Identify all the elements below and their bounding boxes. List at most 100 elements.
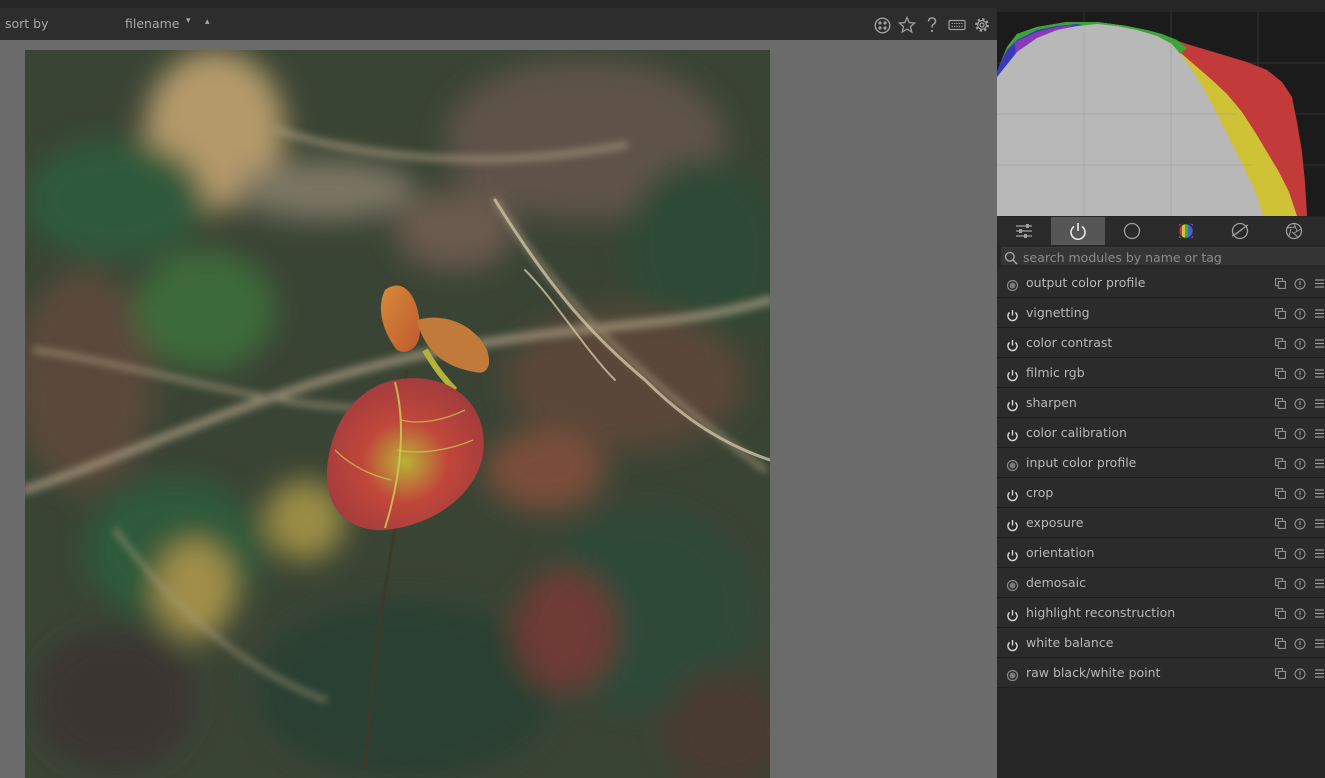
presets-icon[interactable] xyxy=(1312,457,1325,470)
module-row[interactable]: vignetting xyxy=(997,298,1325,328)
reset-icon[interactable] xyxy=(1293,307,1306,320)
module-name: highlight reconstruction xyxy=(1026,605,1176,620)
effect-icon[interactable] xyxy=(1267,217,1321,245)
reset-icon[interactable] xyxy=(1293,397,1306,410)
reset-icon[interactable] xyxy=(1293,637,1306,650)
module-row[interactable]: raw black/white point xyxy=(997,658,1325,688)
module-search-input[interactable] xyxy=(1023,248,1323,266)
reset-icon[interactable] xyxy=(1293,457,1306,470)
power-icon[interactable] xyxy=(1006,637,1019,652)
presets-icon[interactable] xyxy=(1312,667,1325,680)
presets-icon[interactable] xyxy=(1312,337,1325,350)
power-icon[interactable] xyxy=(1006,397,1019,412)
module-row[interactable]: exposure xyxy=(997,508,1325,538)
keyboard-icon[interactable] xyxy=(948,16,966,34)
always-on-icon xyxy=(1006,577,1019,592)
module-row[interactable]: demosaic xyxy=(997,568,1325,598)
power-icon[interactable] xyxy=(1006,547,1019,562)
module-row[interactable]: output color profile xyxy=(997,268,1325,298)
power-icon[interactable] xyxy=(1006,607,1019,622)
reset-icon[interactable] xyxy=(1293,277,1306,290)
presets-icon[interactable] xyxy=(1312,277,1325,290)
topbar-icons xyxy=(873,14,991,36)
reset-icon[interactable] xyxy=(1293,607,1306,620)
sort-field-dropdown[interactable]: filename xyxy=(125,16,180,31)
always-on-icon xyxy=(1006,667,1019,682)
histogram[interactable] xyxy=(997,12,1325,216)
quick-access-icon[interactable] xyxy=(997,217,1051,245)
multi-instance-icon[interactable] xyxy=(1274,517,1287,530)
presets-icon[interactable] xyxy=(1312,547,1325,560)
center-view xyxy=(0,40,997,778)
multi-instance-icon[interactable] xyxy=(1274,607,1287,620)
reset-icon[interactable] xyxy=(1293,577,1306,590)
multi-instance-icon[interactable] xyxy=(1274,397,1287,410)
reset-icon[interactable] xyxy=(1293,547,1306,560)
module-actions xyxy=(1274,337,1325,350)
histogram-graph xyxy=(997,12,1325,216)
module-name: white balance xyxy=(1026,635,1114,650)
presets-icon[interactable] xyxy=(1312,577,1325,590)
module-actions xyxy=(1274,577,1325,590)
module-actions xyxy=(1274,397,1325,410)
power-icon[interactable] xyxy=(1006,307,1019,322)
multi-instance-icon[interactable] xyxy=(1274,277,1287,290)
filmstrip-topbar: sort by filename ▾ ▴ xyxy=(0,0,997,40)
power-icon[interactable] xyxy=(1006,367,1019,382)
reset-icon[interactable] xyxy=(1293,367,1306,380)
photo-preview[interactable] xyxy=(25,50,770,778)
active-modules-icon[interactable] xyxy=(1051,217,1105,245)
power-icon[interactable] xyxy=(1006,517,1019,532)
help-icon[interactable] xyxy=(923,16,941,34)
reset-icon[interactable] xyxy=(1293,487,1306,500)
module-actions xyxy=(1274,367,1325,380)
reset-icon[interactable] xyxy=(1293,337,1306,350)
gear-icon[interactable] xyxy=(973,16,991,34)
presets-icon[interactable] xyxy=(1312,367,1325,380)
presets-icon[interactable] xyxy=(1312,637,1325,650)
search-icon xyxy=(1004,250,1018,269)
multi-instance-icon[interactable] xyxy=(1274,457,1287,470)
multi-instance-icon[interactable] xyxy=(1274,637,1287,650)
reset-icon[interactable] xyxy=(1293,517,1306,530)
module-row[interactable]: color contrast xyxy=(997,328,1325,358)
presets-icon[interactable] xyxy=(1312,607,1325,620)
presets-icon[interactable] xyxy=(1312,307,1325,320)
color-icon[interactable] xyxy=(1159,217,1213,245)
presets-icon[interactable] xyxy=(1312,427,1325,440)
presets-icon[interactable] xyxy=(1312,517,1325,530)
module-row[interactable]: orientation xyxy=(997,538,1325,568)
power-icon[interactable] xyxy=(1006,427,1019,442)
module-row[interactable]: sharpen xyxy=(997,388,1325,418)
module-actions xyxy=(1274,487,1325,500)
presets-icon[interactable] xyxy=(1312,397,1325,410)
module-row[interactable]: filmic rgb xyxy=(997,358,1325,388)
module-search-box xyxy=(1001,247,1325,266)
multi-instance-icon[interactable] xyxy=(1274,547,1287,560)
module-row[interactable]: crop xyxy=(997,478,1325,508)
module-row[interactable]: input color profile xyxy=(997,448,1325,478)
module-row[interactable]: color calibration xyxy=(997,418,1325,448)
multi-instance-icon[interactable] xyxy=(1274,487,1287,500)
reset-icon[interactable] xyxy=(1293,667,1306,680)
grouping-icon[interactable] xyxy=(873,16,891,34)
sort-direction-toggle[interactable]: ▴ xyxy=(205,17,210,27)
multi-instance-icon[interactable] xyxy=(1274,667,1287,680)
module-row[interactable]: highlight reconstruction xyxy=(997,598,1325,628)
multi-instance-icon[interactable] xyxy=(1274,577,1287,590)
correct-icon[interactable] xyxy=(1213,217,1267,245)
module-row[interactable]: white balance xyxy=(997,628,1325,658)
module-actions xyxy=(1274,427,1325,440)
power-icon[interactable] xyxy=(1006,487,1019,502)
multi-instance-icon[interactable] xyxy=(1274,427,1287,440)
reset-icon[interactable] xyxy=(1293,427,1306,440)
sort-field-caret[interactable]: ▾ xyxy=(186,16,191,26)
module-name: input color profile xyxy=(1026,455,1137,470)
star-icon[interactable] xyxy=(898,16,916,34)
multi-instance-icon[interactable] xyxy=(1274,307,1287,320)
presets-icon[interactable] xyxy=(1312,487,1325,500)
multi-instance-icon[interactable] xyxy=(1274,337,1287,350)
power-icon[interactable] xyxy=(1006,337,1019,352)
multi-instance-icon[interactable] xyxy=(1274,367,1287,380)
base-icon[interactable] xyxy=(1105,217,1159,245)
